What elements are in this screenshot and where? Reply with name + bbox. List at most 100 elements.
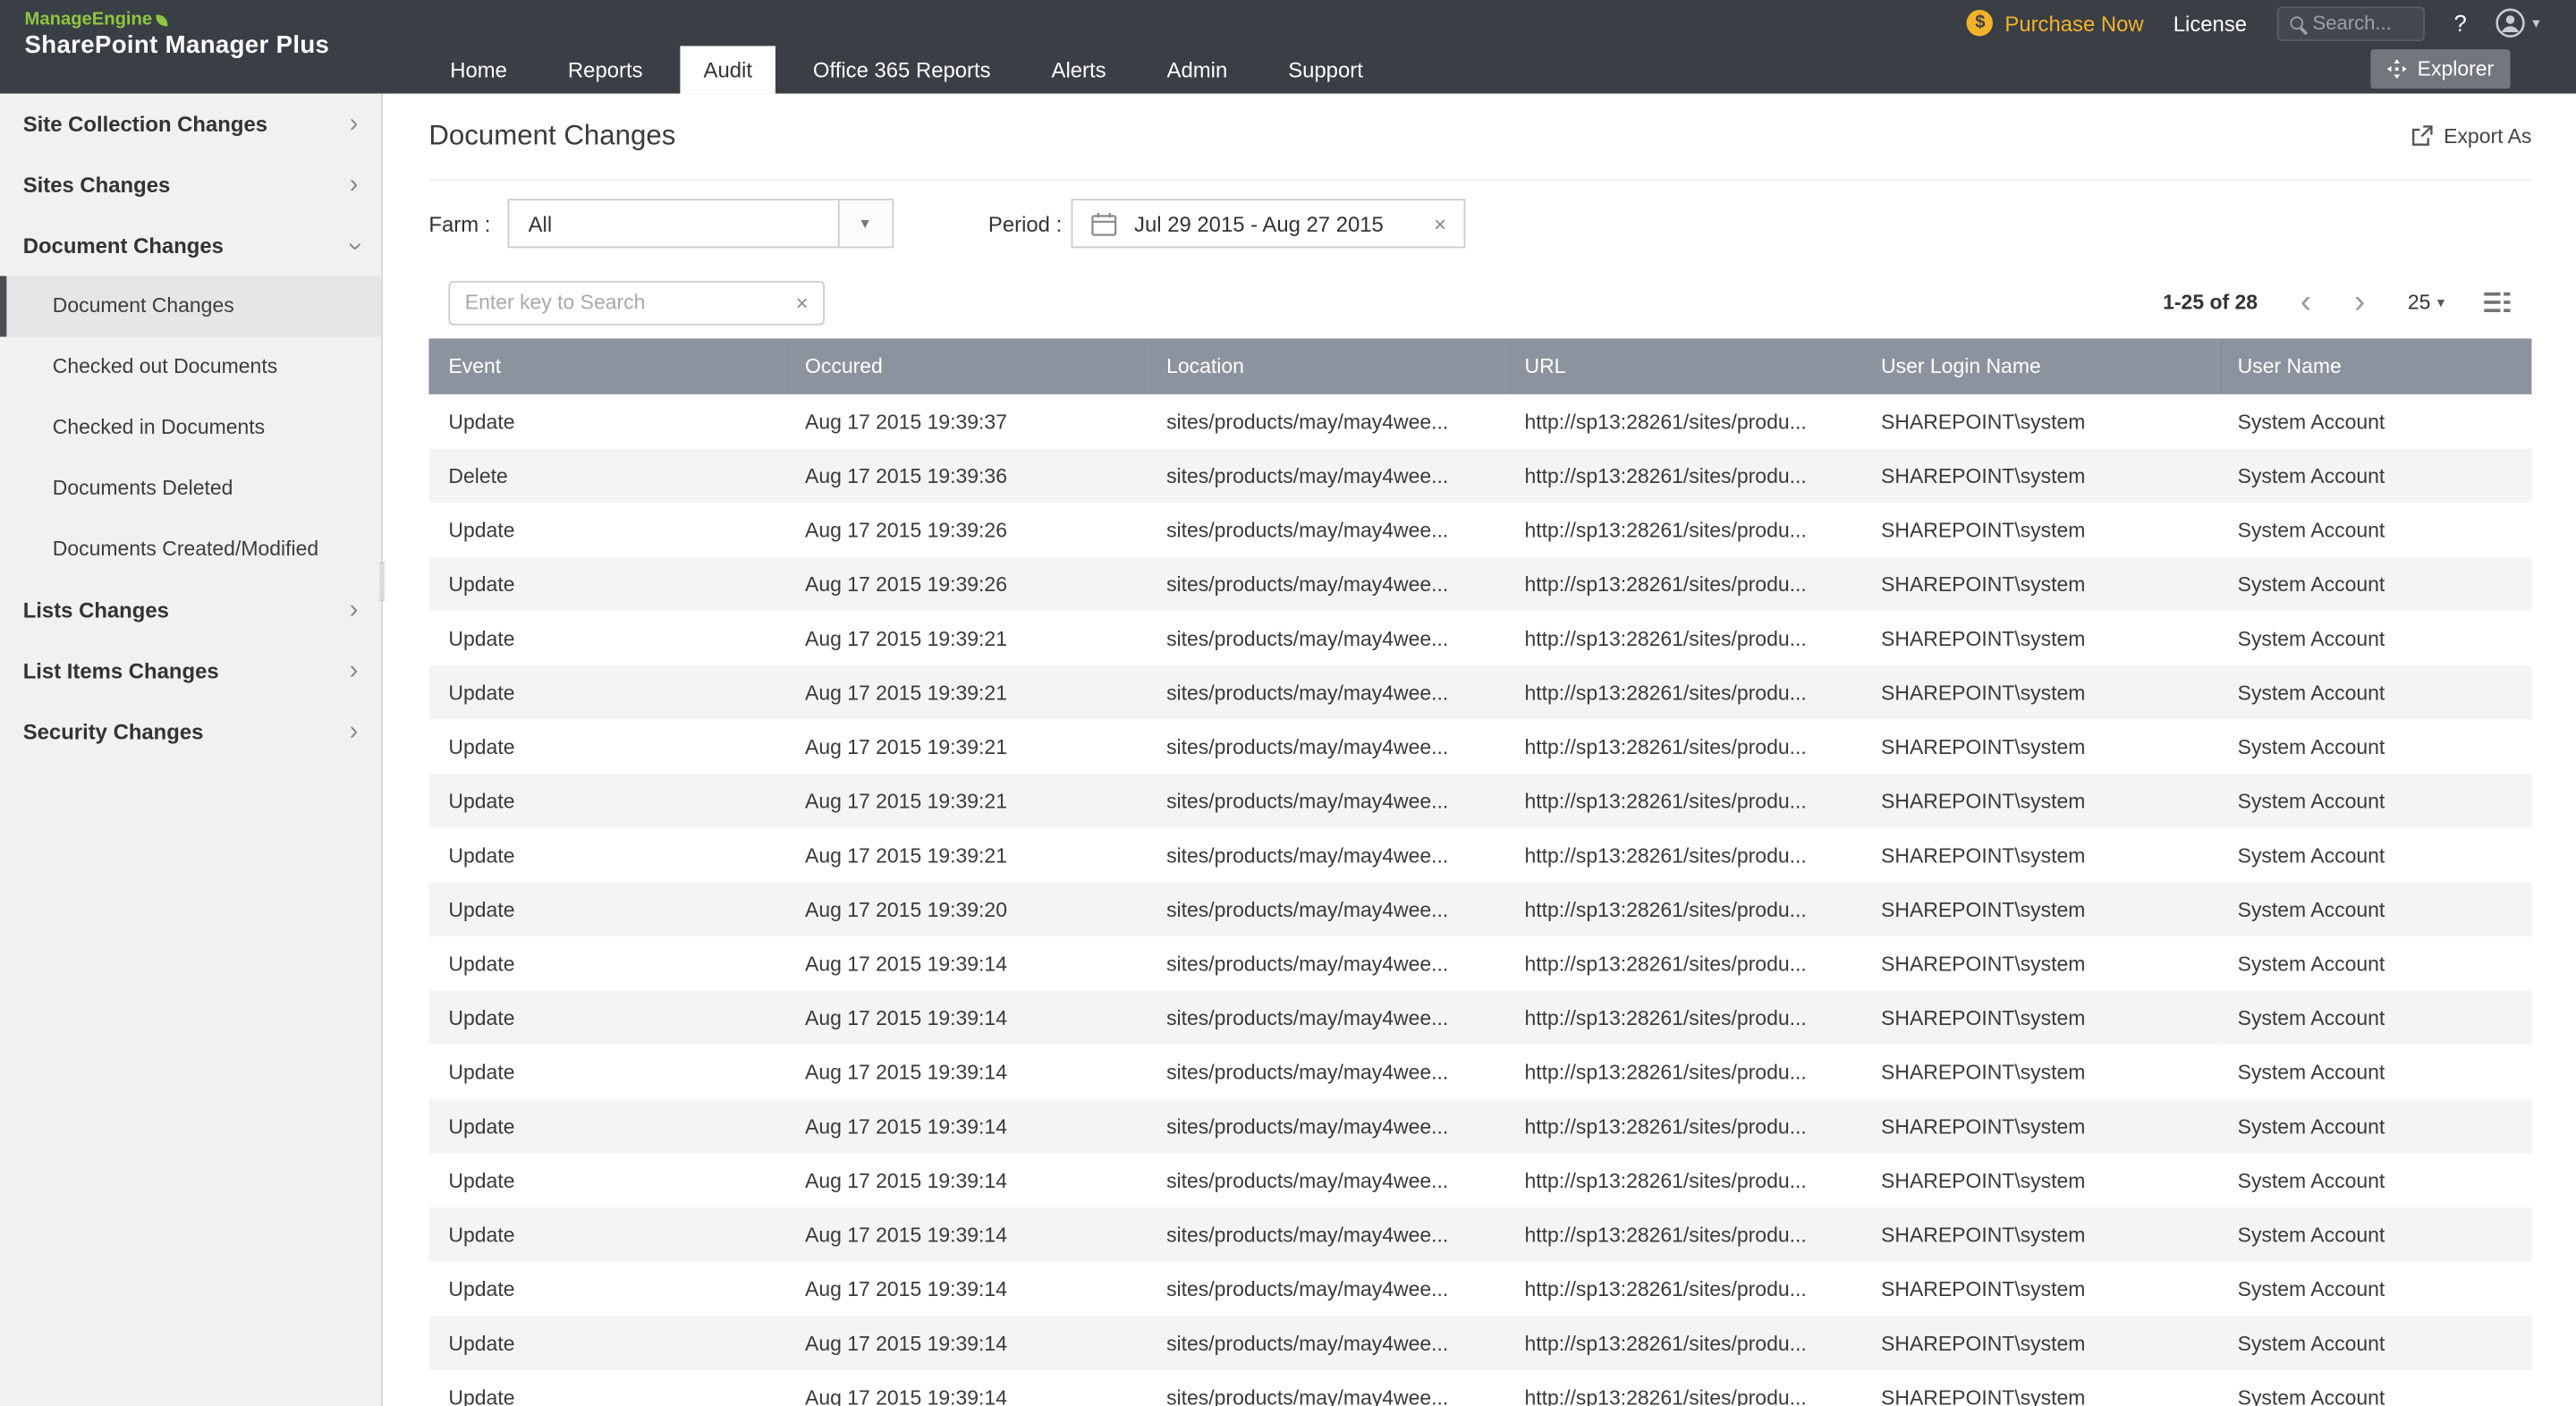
table-cell: System Account — [2218, 448, 2532, 503]
period-picker[interactable]: Jul 29 2015 - Aug 27 2015 × — [1072, 199, 1466, 248]
column-header-occured[interactable]: Occured — [785, 338, 1147, 394]
pagination-range: 1-25 of 28 — [2163, 291, 2258, 314]
table-row[interactable]: UpdateAug 17 2015 19:39:14sites/products… — [428, 1262, 2531, 1317]
table-row[interactable]: UpdateAug 17 2015 19:39:14sites/products… — [428, 936, 2531, 991]
prev-page-button[interactable]: ‹ — [2301, 286, 2311, 319]
table-row[interactable]: UpdateAug 17 2015 19:39:14sites/products… — [428, 1099, 2531, 1154]
table-row[interactable]: UpdateAug 17 2015 19:39:14sites/products… — [428, 1316, 2531, 1370]
purchase-now-button[interactable]: $ Purchase Now — [1967, 10, 2144, 36]
table-row[interactable]: DeleteAug 17 2015 19:39:36sites/products… — [428, 448, 2531, 503]
sidebar-item-label: Security Changes — [23, 719, 204, 744]
table-cell: sites/products/may/may4wee... — [1147, 1045, 1504, 1099]
column-header-location[interactable]: Location — [1147, 338, 1504, 394]
table-cell: System Account — [2218, 1099, 2532, 1154]
table-cell: System Account — [2218, 936, 2532, 991]
table-cell: SHAREPOINT\system — [1861, 719, 2218, 774]
user-menu[interactable]: ▾ — [2496, 8, 2540, 38]
sidebar-item-list-items-changes[interactable]: List Items Changes› — [0, 640, 381, 701]
sidebar-subitem-checked-out-documents[interactable]: Checked out Documents — [0, 337, 381, 398]
table-row[interactable]: UpdateAug 17 2015 19:39:21sites/products… — [428, 719, 2531, 774]
help-button[interactable]: ? — [2453, 10, 2466, 36]
sidebar: Site Collection Changes›Sites Changes›Do… — [0, 94, 383, 1406]
audit-table: EventOccuredLocationURLUser Login NameUs… — [428, 338, 2531, 1406]
table-row[interactable]: UpdateAug 17 2015 19:39:21sites/products… — [428, 665, 2531, 720]
license-button[interactable]: License — [2174, 11, 2247, 36]
column-header-url[interactable]: URL — [1504, 338, 1861, 394]
sidebar-subitem-documents-created-modified[interactable]: Documents Created/Modified — [0, 519, 381, 580]
document-changes-table: EventOccuredLocationURLUser Login NameUs… — [428, 338, 2531, 1406]
table-row[interactable]: UpdateAug 17 2015 19:39:14sites/products… — [428, 1207, 2531, 1262]
nav-tab-support[interactable]: Support — [1265, 46, 1385, 93]
filter-row: Farm : All ▾ Period : Jul 29 2015 - Aug … — [428, 199, 2531, 248]
table-search[interactable]: × — [448, 280, 825, 325]
chevron-down-icon: ▾ — [837, 200, 892, 246]
sidebar-item-document-changes[interactable]: Document Changes› — [0, 216, 381, 276]
table-cell: System Account — [2218, 774, 2532, 828]
sidebar-item-security-changes[interactable]: Security Changes › — [0, 701, 381, 762]
table-cell: Update — [428, 936, 785, 991]
table-row[interactable]: UpdateAug 17 2015 19:39:21sites/products… — [428, 774, 2531, 828]
table-search-input[interactable] — [465, 291, 796, 314]
explorer-button[interactable]: Explorer — [2371, 49, 2510, 89]
nav-tab-alerts[interactable]: Alerts — [1029, 46, 1129, 93]
table-row[interactable]: UpdateAug 17 2015 19:39:26sites/products… — [428, 503, 2531, 557]
global-search[interactable] — [2276, 5, 2424, 40]
table-row[interactable]: UpdateAug 17 2015 19:39:14sites/products… — [428, 991, 2531, 1046]
explorer-icon — [2388, 59, 2408, 79]
table-row[interactable]: UpdateAug 17 2015 19:39:14sites/products… — [428, 1370, 2531, 1406]
table-cell: System Account — [2218, 991, 2532, 1046]
chevron-right-icon: › — [350, 719, 359, 745]
sidebar-subitem-document-changes[interactable]: Document Changes — [0, 276, 381, 337]
nav-tab-admin[interactable]: Admin — [1144, 46, 1250, 93]
brand-product-text: SharePoint Manager Plus — [25, 31, 383, 59]
table-cell: sites/products/may/may4wee... — [1147, 665, 1504, 720]
search-icon — [2290, 16, 2303, 30]
export-icon — [2410, 125, 2433, 148]
sidebar-item-site-collection-changes[interactable]: Site Collection Changes› — [0, 94, 381, 155]
clear-period-button[interactable]: × — [1434, 211, 1446, 236]
column-settings-button[interactable] — [2484, 291, 2510, 314]
brand-logo[interactable]: ManageEngine SharePoint Manager Plus — [0, 0, 383, 94]
nav-tab-office-365-reports[interactable]: Office 365 Reports — [790, 46, 1013, 93]
global-search-input[interactable] — [2313, 12, 2409, 35]
table-row[interactable]: UpdateAug 17 2015 19:39:14sites/products… — [428, 1153, 2531, 1207]
table-cell: http://sp13:28261/sites/produ... — [1504, 394, 1861, 449]
page-header: Document Changes Export As — [428, 94, 2531, 181]
column-header-event[interactable]: Event — [428, 338, 785, 394]
table-row[interactable]: UpdateAug 17 2015 19:39:21sites/products… — [428, 611, 2531, 665]
table-cell: http://sp13:28261/sites/produ... — [1504, 503, 1861, 557]
sidebar-item-label: List Items Changes — [23, 659, 219, 684]
nav-tab-audit[interactable]: Audit — [681, 46, 775, 93]
table-cell: SHAREPOINT\system — [1861, 1370, 2218, 1406]
table-cell: Update — [428, 991, 785, 1046]
table-cell: System Account — [2218, 557, 2532, 612]
sidebar-item-sites-changes[interactable]: Sites Changes› — [0, 155, 381, 216]
table-row[interactable]: UpdateAug 17 2015 19:39:20sites/products… — [428, 882, 2531, 936]
table-cell: http://sp13:28261/sites/produ... — [1504, 1153, 1861, 1207]
chevron-down-icon: › — [341, 241, 367, 250]
table-cell: http://sp13:28261/sites/produ... — [1504, 719, 1861, 774]
table-cell: sites/products/may/may4wee... — [1147, 991, 1504, 1046]
table-cell: Update — [428, 1207, 785, 1262]
farm-select[interactable]: All ▾ — [507, 199, 894, 248]
nav-tab-home[interactable]: Home — [428, 46, 530, 93]
sidebar-subitem-documents-deleted[interactable]: Documents Deleted — [0, 458, 381, 519]
column-header-user-login-name[interactable]: User Login Name — [1861, 338, 2218, 394]
export-as-button[interactable]: Export As — [2410, 125, 2532, 148]
sidebar-item-lists-changes[interactable]: Lists Changes› — [0, 580, 381, 640]
table-row[interactable]: UpdateAug 17 2015 19:39:26sites/products… — [428, 557, 2531, 612]
table-cell: SHAREPOINT\system — [1861, 1207, 2218, 1262]
clear-search-button[interactable]: × — [796, 290, 809, 315]
table-cell: SHAREPOINT\system — [1861, 1153, 2218, 1207]
top-bar-right: $ Purchase Now License ? — [383, 0, 2576, 94]
sidebar-subitem-checked-in-documents[interactable]: Checked in Documents — [0, 397, 381, 458]
table-row[interactable]: UpdateAug 17 2015 19:39:14sites/products… — [428, 1045, 2531, 1099]
sidebar-item-label: Sites Changes — [23, 173, 171, 198]
table-row[interactable]: UpdateAug 17 2015 19:39:37sites/products… — [428, 394, 2531, 449]
page-size-select[interactable]: 25 ▾ — [2408, 291, 2445, 314]
column-header-user-name[interactable]: User Name — [2218, 338, 2532, 394]
top-bar: ManageEngine SharePoint Manager Plus $ P… — [0, 0, 2576, 94]
nav-tab-reports[interactable]: Reports — [545, 46, 665, 93]
next-page-button[interactable]: › — [2354, 286, 2365, 319]
table-row[interactable]: UpdateAug 17 2015 19:39:21sites/products… — [428, 828, 2531, 883]
